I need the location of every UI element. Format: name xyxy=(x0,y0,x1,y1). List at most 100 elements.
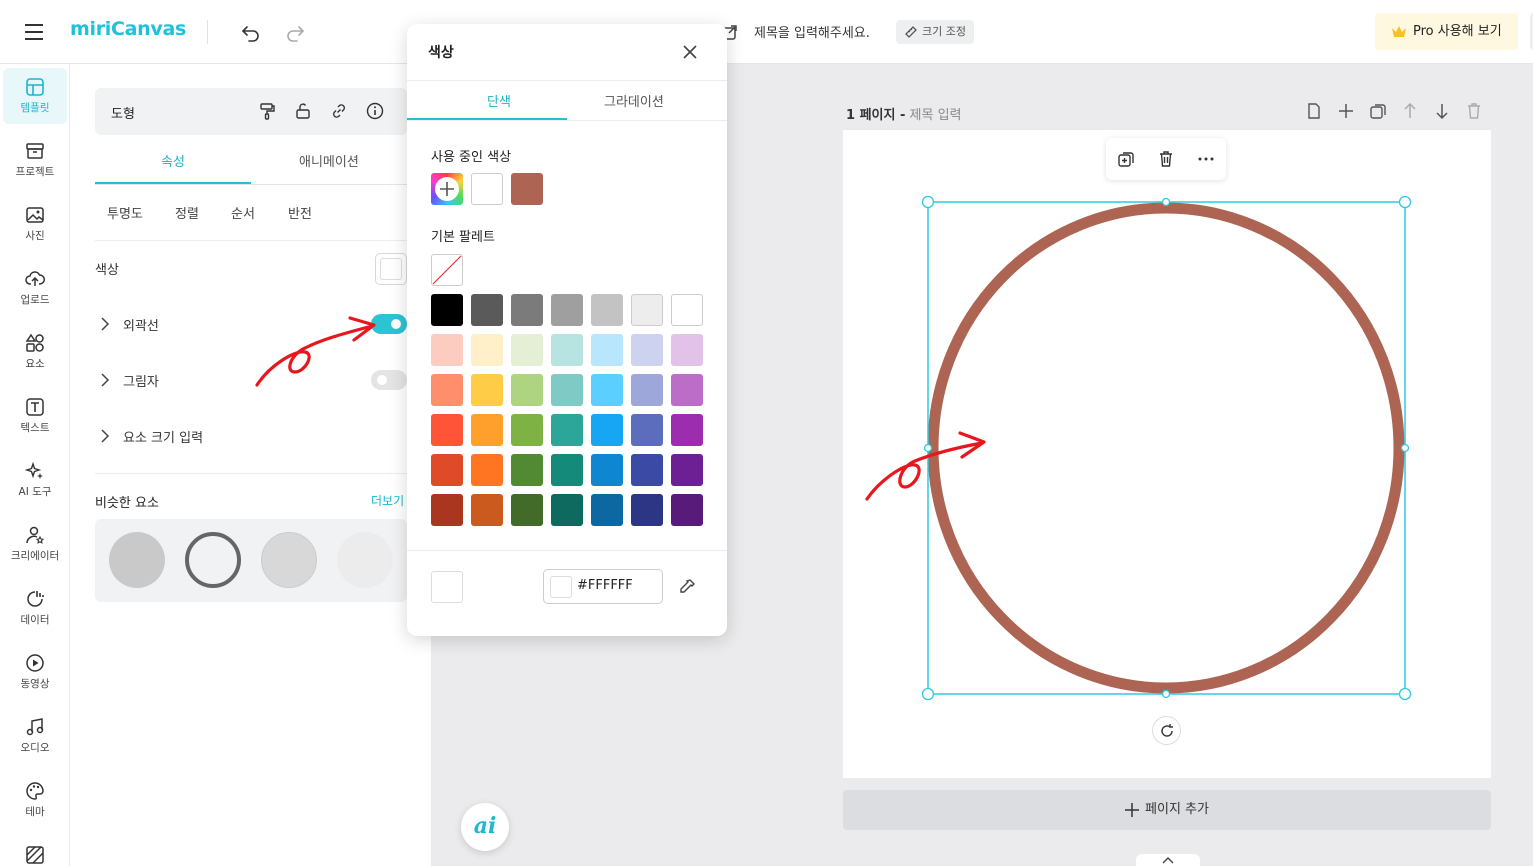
delete-icon[interactable] xyxy=(1157,150,1175,168)
document-title-input[interactable]: 제목을 입력해주세요. xyxy=(754,22,870,41)
palette-swatch[interactable] xyxy=(431,414,463,446)
element-size-label[interactable]: 요소 크기 입력 xyxy=(123,427,203,446)
palette-swatch[interactable] xyxy=(631,454,663,486)
subtab-opacity[interactable]: 투명도 xyxy=(107,203,143,222)
palette-swatch[interactable] xyxy=(631,334,663,366)
expand-pages-handle[interactable] xyxy=(1136,854,1200,866)
palette-swatch[interactable] xyxy=(551,454,583,486)
palette-swatch[interactable] xyxy=(551,374,583,406)
rail-item-audio[interactable]: 오디오 xyxy=(3,708,67,764)
fill-color-swatch[interactable] xyxy=(375,253,407,285)
rail-item-template[interactable]: 템플릿 xyxy=(3,68,67,124)
palette-swatch[interactable] xyxy=(551,294,583,326)
palette-swatch[interactable] xyxy=(431,334,463,366)
tab-gradient[interactable]: 그라데이션 xyxy=(604,91,664,110)
palette-swatch[interactable] xyxy=(431,494,463,526)
chevron-right-icon[interactable] xyxy=(100,373,110,387)
add-icon[interactable] xyxy=(1337,102,1355,120)
rail-item-creator[interactable]: 크리에이터 xyxy=(3,516,67,572)
subtab-order[interactable]: 순서 xyxy=(231,203,255,222)
chevron-right-icon[interactable] xyxy=(100,317,110,331)
rail-item-photo[interactable]: 사진 xyxy=(3,196,67,252)
palette-swatch[interactable] xyxy=(511,494,543,526)
palette-swatch[interactable] xyxy=(431,454,463,486)
info-icon[interactable] xyxy=(366,102,384,120)
similar-element-ring[interactable] xyxy=(185,532,241,588)
resize-handles[interactable] xyxy=(921,195,1412,701)
palette-swatch[interactable] xyxy=(591,414,623,446)
tab-solid[interactable]: 단색 xyxy=(487,91,511,110)
palette-swatch[interactable] xyxy=(511,414,543,446)
palette-swatch[interactable] xyxy=(591,294,623,326)
palette-swatch[interactable] xyxy=(471,494,503,526)
palette-swatch[interactable] xyxy=(671,374,703,406)
rail-item-theme[interactable]: 테마 xyxy=(3,772,67,828)
similar-more-link[interactable]: 더보기 xyxy=(371,492,404,509)
custom-color-button[interactable] xyxy=(431,173,463,205)
palette-swatch[interactable] xyxy=(591,374,623,406)
resize-button[interactable]: 크기 조정 xyxy=(896,20,974,44)
redo-icon[interactable] xyxy=(284,21,306,43)
trash-icon[interactable] xyxy=(1465,102,1483,120)
duplicate-icon[interactable] xyxy=(1117,150,1135,168)
rail-item-upload[interactable]: 업로드 xyxy=(3,260,67,316)
rail-item-project[interactable]: 프로젝트 xyxy=(3,132,67,188)
arrow-down-icon[interactable] xyxy=(1433,102,1451,120)
palette-swatch[interactable] xyxy=(471,334,503,366)
close-icon[interactable] xyxy=(681,43,699,61)
palette-swatch[interactable] xyxy=(511,374,543,406)
palette-swatch[interactable] xyxy=(551,334,583,366)
palette-swatch[interactable] xyxy=(471,294,503,326)
rail-item-video[interactable]: 동영상 xyxy=(3,644,67,700)
used-color-swatch[interactable] xyxy=(511,173,543,205)
unlock-icon[interactable] xyxy=(294,102,312,120)
arrow-up-icon[interactable] xyxy=(1401,102,1419,120)
similar-element-faded-circle[interactable] xyxy=(337,532,393,588)
palette-swatch[interactable] xyxy=(671,294,703,326)
rail-item-more[interactable] xyxy=(3,836,67,866)
palette-swatch[interactable] xyxy=(551,494,583,526)
similar-element-filled-circle[interactable] xyxy=(109,532,165,588)
shadow-label[interactable]: 그림자 xyxy=(123,371,159,390)
palette-swatch[interactable] xyxy=(471,374,503,406)
palette-swatch[interactable] xyxy=(591,494,623,526)
link-icon[interactable] xyxy=(330,102,348,120)
palette-swatch[interactable] xyxy=(671,334,703,366)
add-page-button[interactable]: 페이지 추가 xyxy=(843,790,1491,830)
palette-swatch[interactable] xyxy=(551,414,583,446)
paint-roller-icon[interactable] xyxy=(258,102,276,120)
palette-swatch[interactable] xyxy=(631,414,663,446)
pro-trial-button[interactable]: Pro 사용해 보기 xyxy=(1375,13,1518,50)
palette-swatch[interactable] xyxy=(591,454,623,486)
palette-swatch[interactable] xyxy=(431,294,463,326)
duplicate-page-icon[interactable] xyxy=(1369,102,1387,120)
no-color-swatch[interactable] xyxy=(431,254,463,286)
subtab-flip[interactable]: 반전 xyxy=(288,203,312,222)
rotate-handle[interactable] xyxy=(1152,716,1181,745)
palette-swatch[interactable] xyxy=(431,374,463,406)
rail-item-elements[interactable]: 요소 xyxy=(3,324,67,380)
used-color-swatch[interactable] xyxy=(471,173,503,205)
app-logo[interactable]: miriCanvas xyxy=(70,18,186,40)
new-page-icon[interactable] xyxy=(1305,102,1323,120)
eyedropper-icon[interactable] xyxy=(677,577,697,597)
similar-element-light-circle[interactable] xyxy=(261,532,317,588)
rail-item-ai-tools[interactable]: AI 도구 xyxy=(3,452,67,508)
palette-swatch[interactable] xyxy=(631,494,663,526)
palette-swatch[interactable] xyxy=(591,334,623,366)
palette-swatch[interactable] xyxy=(511,454,543,486)
palette-swatch[interactable] xyxy=(631,294,663,326)
palette-swatch[interactable] xyxy=(671,454,703,486)
rail-item-text[interactable]: 텍스트 xyxy=(3,388,67,444)
menu-icon[interactable] xyxy=(22,20,48,44)
hex-input[interactable] xyxy=(577,578,657,593)
page-title-input[interactable]: 제목 입력 xyxy=(910,108,962,123)
outline-label[interactable]: 외곽선 xyxy=(123,315,159,334)
palette-swatch[interactable] xyxy=(671,414,703,446)
hex-input-field[interactable] xyxy=(543,569,663,604)
palette-swatch[interactable] xyxy=(511,294,543,326)
more-options-icon[interactable] xyxy=(1197,150,1215,168)
undo-icon[interactable] xyxy=(240,21,262,43)
palette-swatch[interactable] xyxy=(471,414,503,446)
chevron-right-icon[interactable] xyxy=(100,429,110,443)
